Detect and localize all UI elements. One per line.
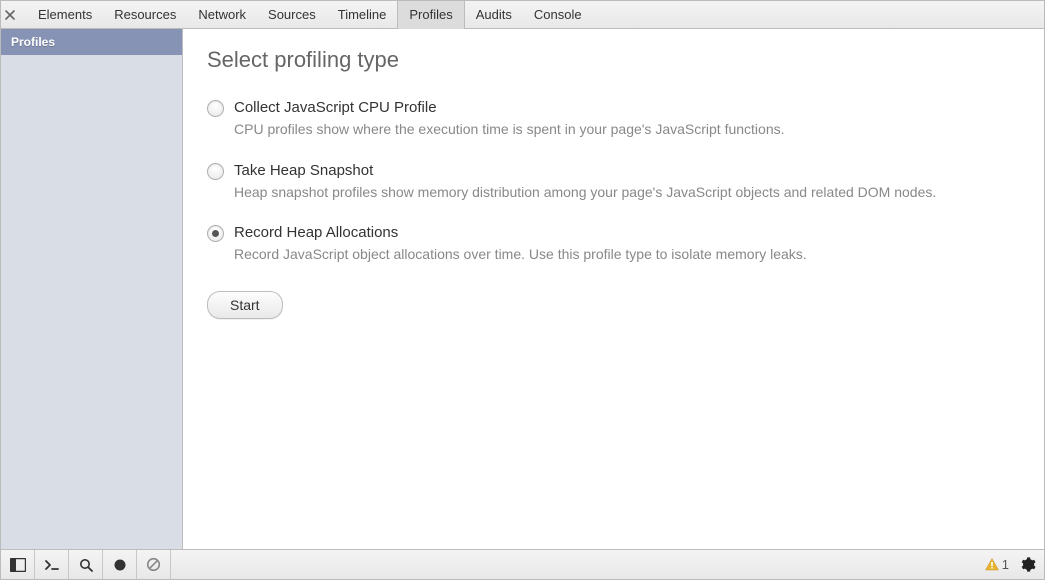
search-icon[interactable] [69,550,103,579]
option-desc: Record JavaScript object allocations ove… [234,245,1020,265]
tab-network[interactable]: Network [187,1,257,29]
sidebar-header: Profiles [1,29,182,55]
option-desc: CPU profiles show where the execution ti… [234,120,1020,140]
settings-gear-icon[interactable] [1019,556,1036,573]
bottombar-left [1,550,171,579]
profile-option-cpu[interactable]: Collect JavaScript CPU Profile CPU profi… [207,99,1020,140]
sidebar: Profiles [1,29,183,549]
bottombar-right: 1 [985,556,1044,573]
tab-sources[interactable]: Sources [257,1,327,29]
tab-timeline[interactable]: Timeline [327,1,398,29]
option-text: Collect JavaScript CPU Profile CPU profi… [234,99,1020,140]
option-label: Take Heap Snapshot [234,162,1020,179]
tab-audits[interactable]: Audits [465,1,523,29]
tab-profiles[interactable]: Profiles [397,1,464,29]
page-heading: Select profiling type [207,47,1020,73]
console-toggle-icon[interactable] [35,550,69,579]
start-button[interactable]: Start [207,291,283,319]
main-area: Profiles Select profiling type Collect J… [1,29,1044,549]
bottombar: 1 [1,549,1044,579]
radio-icon[interactable] [207,100,224,117]
tab-console[interactable]: Console [523,1,593,29]
option-label: Record Heap Allocations [234,224,1020,241]
warnings-count: 1 [1002,557,1009,572]
profile-option-heap-alloc[interactable]: Record Heap Allocations Record JavaScrip… [207,224,1020,265]
record-icon[interactable] [103,550,137,579]
devtools-topbar: Elements Resources Network Sources Timel… [1,1,1044,29]
dock-icon[interactable] [1,550,35,579]
option-label: Collect JavaScript CPU Profile [234,99,1020,116]
tab-resources[interactable]: Resources [103,1,187,29]
close-button[interactable] [5,10,27,20]
clear-icon[interactable] [137,550,171,579]
warnings-indicator[interactable]: 1 [985,557,1009,572]
option-text: Record Heap Allocations Record JavaScrip… [234,224,1020,265]
radio-icon[interactable] [207,225,224,242]
content-panel: Select profiling type Collect JavaScript… [183,29,1044,549]
option-text: Take Heap Snapshot Heap snapshot profile… [234,162,1020,203]
radio-icon[interactable] [207,163,224,180]
profile-option-heap-snapshot[interactable]: Take Heap Snapshot Heap snapshot profile… [207,162,1020,203]
option-desc: Heap snapshot profiles show memory distr… [234,183,1020,203]
tab-elements[interactable]: Elements [27,1,103,29]
